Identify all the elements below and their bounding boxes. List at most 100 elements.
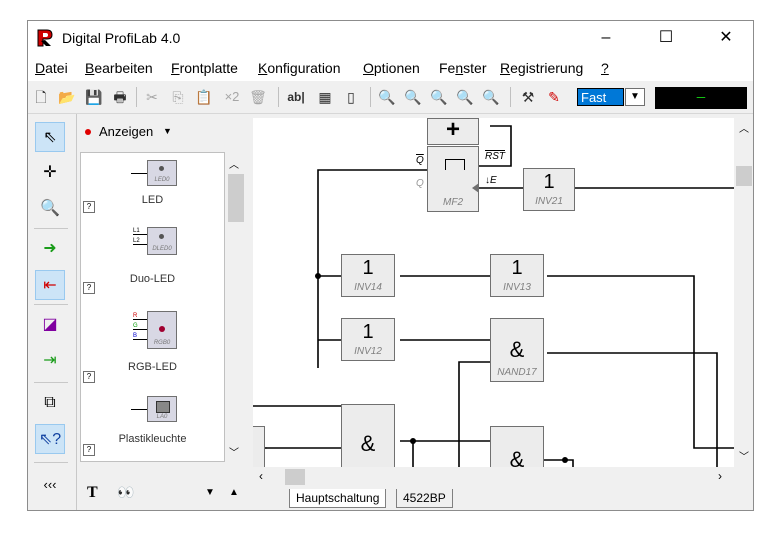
toolbar-separator <box>510 87 511 107</box>
chevron-down-icon[interactable]: ▼ <box>625 88 645 106</box>
tool-separator <box>34 382 68 383</box>
help-icon[interactable]: ? <box>83 371 95 383</box>
chevron-left-icon[interactable]: ‹ <box>259 469 263 483</box>
collapse-button[interactable]: ‹‹‹ <box>35 470 65 500</box>
tool-separator <box>34 228 68 229</box>
profilab-logo-icon <box>36 29 54 47</box>
gate-and-lower-left[interactable]: & <box>341 404 395 467</box>
move-down-icon[interactable]: ▼ <box>205 487 215 498</box>
chevron-right-icon[interactable]: › <box>718 469 722 483</box>
toolbar-separator <box>136 87 137 107</box>
library-bottom-bar: T 👀 ▼ ▲ <box>77 479 251 509</box>
zoom-in-icon[interactable]: 🔍 <box>377 87 397 107</box>
chevron-up-icon[interactable]: ︿ <box>739 120 749 135</box>
library-item-label: Plastikleuchte <box>118 433 187 445</box>
menu-help[interactable]: ? <box>601 60 609 76</box>
chevron-down-icon[interactable]: ﹀ <box>739 448 749 463</box>
partial-block[interactable] <box>253 426 265 467</box>
menu-fenster[interactable]: Fenster <box>439 60 486 76</box>
zoom-page-icon[interactable]: 🔍 <box>481 87 501 107</box>
tab-4522bp[interactable]: 4522BP <box>396 489 453 508</box>
menu-frontplatte[interactable]: Frontplatte <box>171 60 238 76</box>
menu-konfiguration[interactable]: Konfiguration <box>258 60 341 76</box>
zoom-fit-icon[interactable]: 🔍 <box>455 87 475 107</box>
paste-icon[interactable]: 📋 <box>194 87 214 107</box>
vertical-scroll-thumb[interactable] <box>736 166 752 186</box>
e-pin-label: ↓E <box>485 175 497 186</box>
jump-left-icon[interactable]: ⇤ <box>35 270 65 300</box>
toolbar: 🗋 📂 💾 🖶 ✂ ⎘ 📋 ×2 🗑 ab| ▦ ▯ 🔍 🔍 🔍 🔍 🔍 ⚒ ✎… <box>28 81 753 114</box>
chevron-up-icon[interactable]: ︿ <box>229 156 239 171</box>
adder-block[interactable]: + <box>427 118 479 145</box>
tab-hauptschaltung[interactable]: Hauptschaltung <box>289 489 387 508</box>
pulse-icon <box>445 159 465 170</box>
chevron-down-icon[interactable]: ﹀ <box>229 444 239 459</box>
hi-lo-icon[interactable]: ◪ <box>35 310 65 340</box>
gate-nand17[interactable]: & NAND17 <box>490 318 544 382</box>
canvas-horizontal-scrollbar[interactable]: ‹ › <box>253 467 734 487</box>
library-scrollbar[interactable]: ︿ ﹀ <box>225 152 245 462</box>
new-file-icon[interactable]: 🗋 <box>31 87 51 107</box>
help-icon[interactable]: ? <box>83 444 95 456</box>
grid-icon[interactable]: ▦ <box>315 87 335 107</box>
status-display: — <box>655 87 747 109</box>
speed-select[interactable]: Fast <box>577 88 624 106</box>
text-search-icon[interactable]: T <box>87 484 98 502</box>
tools-icon[interactable]: ⚒ <box>518 87 538 107</box>
print-icon[interactable]: 🖶 <box>110 87 130 107</box>
probe-icon[interactable]: ✎ <box>544 87 564 107</box>
crosshair-tool-icon[interactable]: ✛ <box>35 158 65 188</box>
copy-icon[interactable]: ⎘ <box>168 87 188 107</box>
library-item-plastikleuchte[interactable]: LA0 Plastikleuchte ? <box>81 389 224 461</box>
maximize-button[interactable]: ☐ <box>643 21 689 55</box>
library-item-led[interactable]: LED0 LED ? <box>81 153 224 216</box>
library-item-duo-led[interactable]: L1 L2 DLED0 Duo-LED ? <box>81 215 224 300</box>
gate-inv14[interactable]: 1 INV14 <box>341 254 395 297</box>
text-tool-button[interactable]: ab| <box>284 87 308 107</box>
gate-and-lower-right[interactable]: & <box>490 426 544 467</box>
lamp-icon: LA0 <box>147 396 177 422</box>
title-bar: Digital ProfiLab 4.0 – ☐ ✕ <box>28 21 753 55</box>
open-folder-icon[interactable]: 📂 <box>57 87 77 107</box>
cut-icon[interactable]: ✂ <box>142 87 162 107</box>
toolbar-separator <box>370 87 371 107</box>
mf2-block[interactable]: Q Q MF2 <box>416 146 479 212</box>
sheet-tabs: Hauptschaltung 4522BP <box>253 487 753 510</box>
gate-inv21[interactable]: 1 INV21 <box>523 168 575 211</box>
menu-datei[interactable]: Datei <box>35 60 68 76</box>
library-category-dropdown[interactable]: Anzeigen ▼ <box>77 114 251 152</box>
gate-inv12[interactable]: 1 INV12 <box>341 318 395 361</box>
help-pointer-icon[interactable]: ⇖? <box>35 424 65 454</box>
menu-bearbeiten[interactable]: Bearbeiten <box>85 60 153 76</box>
app-window: Digital ProfiLab 4.0 – ☐ ✕ Datei Bearbei… <box>27 20 754 511</box>
delete-icon[interactable]: 🗑 <box>248 87 268 107</box>
duo-led-icon: DLED0 <box>147 227 177 255</box>
save-icon[interactable]: 💾 <box>84 87 104 107</box>
help-icon[interactable]: ? <box>83 201 95 213</box>
wire-junction <box>410 438 416 444</box>
zoom-tool-icon[interactable]: 🔍 <box>35 194 65 224</box>
zoom-out-icon[interactable]: 🔍 <box>403 87 423 107</box>
input-pin-icon[interactable]: ⇥ <box>35 346 65 376</box>
library-scroll-thumb[interactable] <box>228 174 244 222</box>
arrow-right-icon[interactable]: ➜ <box>35 234 65 264</box>
swap-windows-icon[interactable]: ⧉ <box>35 388 65 418</box>
library-item-rgb-led[interactable]: R G B RGB0 RGB-LED ? <box>81 299 224 390</box>
close-button[interactable]: ✕ <box>703 21 749 55</box>
wire-junction <box>315 273 321 279</box>
binoculars-icon[interactable]: 👀 <box>117 484 134 501</box>
menu-registrierung[interactable]: Registrierung <box>500 60 583 76</box>
minimize-button[interactable]: – <box>583 21 629 55</box>
pointer-tool-icon[interactable]: ⇖ <box>35 122 65 152</box>
duplicate-button[interactable]: ×2 <box>220 87 244 107</box>
zoom-icon[interactable]: 🔍 <box>429 87 449 107</box>
menu-optionen[interactable]: Optionen <box>363 60 420 76</box>
gate-inv13[interactable]: 1 INV13 <box>490 254 544 297</box>
help-icon[interactable]: ? <box>83 282 95 294</box>
move-up-icon[interactable]: ▲ <box>229 487 239 498</box>
canvas-vertical-scrollbar[interactable]: ︿ ﹀ <box>734 118 753 467</box>
schematic-canvas[interactable]: + Q Q MF2 RST ↓E 1 INV21 1 INV14 1 INV13… <box>253 118 734 467</box>
page-icon[interactable]: ▯ <box>341 87 361 107</box>
horizontal-scroll-thumb[interactable] <box>285 469 305 485</box>
tool-separator <box>34 462 68 463</box>
